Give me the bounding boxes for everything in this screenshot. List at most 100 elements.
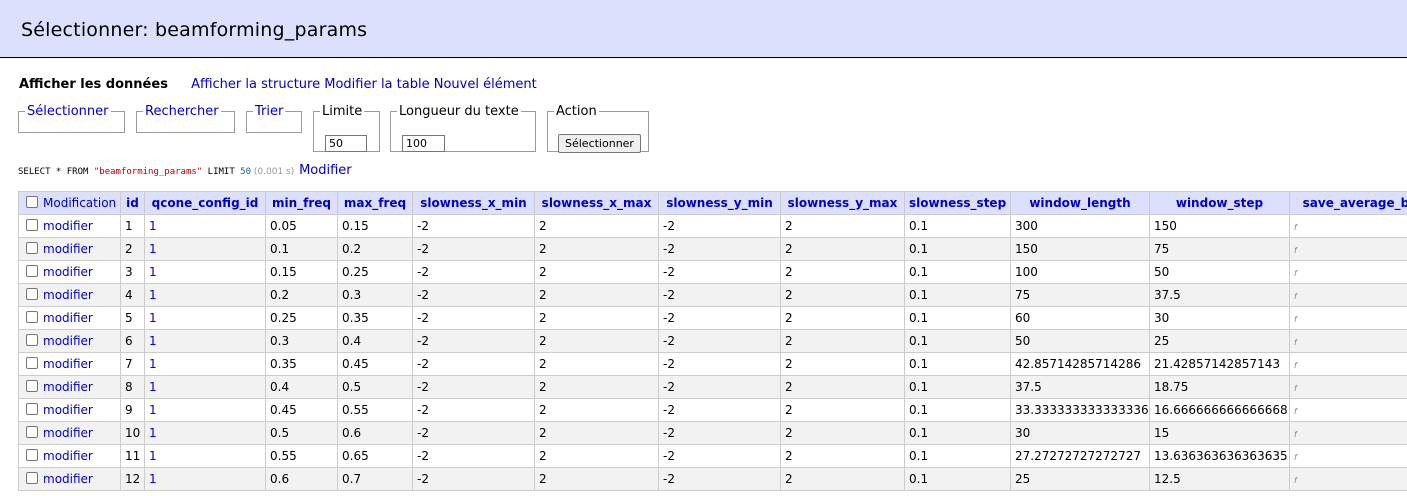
limit-fieldset: Limite [313,104,380,152]
column-header-save-average-be[interactable]: save_average_be [1289,191,1407,215]
row-checkbox[interactable] [26,242,38,254]
row-checkbox[interactable] [26,334,38,346]
column-header-max-freq[interactable]: max_freq [337,191,413,215]
cell-slowness-y-max: 2 [780,398,905,422]
row-edit-link[interactable]: modifier [43,403,93,417]
row-checkbox[interactable] [26,357,38,369]
row-edit-link[interactable]: modifier [43,219,93,233]
cell-window-step: 12.5 [1149,467,1290,491]
foreign-key-link[interactable]: 1 [149,449,157,463]
row-edit-cell: modifier [18,260,121,284]
column-header-slowness-step[interactable]: slowness_step [904,191,1011,215]
select-columns-link[interactable]: Sélectionner [27,104,109,119]
column-header-slowness-y-min[interactable]: slowness_y_min [658,191,781,215]
cell-min-freq: 0.3 [265,329,338,353]
cell-slowness-step: 0.1 [904,421,1011,445]
select-fieldset[interactable]: Sélectionner [18,104,125,133]
table-row: modifier 9 1 0.45 0.55 -2 2 -2 2 0.1 33.3333333333… [18,398,1407,422]
row-edit-link[interactable]: modifier [43,380,93,394]
cell-slowness-y-min: -2 [658,421,781,445]
cell-min-freq: 0.25 [265,306,338,330]
row-checkbox[interactable] [26,403,38,415]
row-edit-link[interactable]: modifier [43,242,93,256]
foreign-key-link[interactable]: 1 [149,380,157,394]
cell-max-freq: 0.5 [337,375,413,399]
cell-id: 10 [120,421,145,445]
cell-save-average-be: f [1289,375,1407,399]
cell-slowness-x-min: -2 [412,375,535,399]
cell-id: 1 [120,214,145,238]
boolean-value: f [1294,315,1297,324]
row-checkbox[interactable] [26,472,38,484]
column-header-qcone-config-id[interactable]: qcone_config_id [144,191,266,215]
column-header-id[interactable]: id [120,191,145,215]
row-checkbox[interactable] [26,311,38,323]
row-edit-cell: modifier [18,375,121,399]
row-checkbox[interactable] [26,426,38,438]
foreign-key-link[interactable]: 1 [149,357,157,371]
foreign-key-link[interactable]: 1 [149,334,157,348]
select-submit-button[interactable]: Sélectionner [558,134,641,153]
foreign-key-link[interactable]: 1 [149,242,157,256]
column-header-modification[interactable]: Modification [18,191,121,215]
column-header-slowness-x-max[interactable]: slowness_x_max [534,191,659,215]
menu-show-structure[interactable]: Afficher la structure [191,77,320,92]
foreign-key-link[interactable]: 1 [149,265,157,279]
foreign-key-link[interactable]: 1 [149,288,157,302]
search-link[interactable]: Rechercher [145,104,219,119]
foreign-key-link[interactable]: 1 [149,311,157,325]
row-edit-link[interactable]: modifier [43,357,93,371]
limit-input[interactable] [325,135,367,152]
cell-max-freq: 0.4 [337,329,413,353]
row-checkbox[interactable] [26,380,38,392]
column-header-min-freq[interactable]: min_freq [265,191,338,215]
cell-window-length: 100 [1010,260,1150,284]
column-header-window-step[interactable]: window_step [1149,191,1290,215]
column-header-slowness-y-max[interactable]: slowness_y_max [780,191,905,215]
cell-id: 12 [120,467,145,491]
edit-query-link[interactable]: Modifier [299,163,352,178]
cell-slowness-step: 0.1 [904,237,1011,261]
column-header-slowness-x-min[interactable]: slowness_x_min [412,191,535,215]
row-checkbox[interactable] [26,449,38,461]
cell-max-freq: 0.15 [337,214,413,238]
table-row: modifier 1 1 0.05 0.15 -2 2 -2 2 0.1 300 150 f [18,214,1407,238]
row-edit-link[interactable]: modifier [43,334,93,348]
foreign-key-link[interactable]: 1 [149,219,157,233]
text-length-input[interactable] [402,135,445,152]
sort-fieldset[interactable]: Trier [246,104,302,133]
row-checkbox[interactable] [26,265,38,277]
menu-new-item[interactable]: Nouvel élément [434,77,537,92]
cell-qcone-config-id: 1 [144,237,266,261]
cell-window-step: 150 [1149,214,1290,238]
cell-slowness-x-min: -2 [412,306,535,330]
row-edit-link[interactable]: modifier [43,472,93,486]
cell-slowness-x-max: 2 [534,260,659,284]
row-checkbox[interactable] [26,288,38,300]
foreign-key-link[interactable]: 1 [149,403,157,417]
cell-slowness-x-min: -2 [412,329,535,353]
menu-alter-table[interactable]: Modifier la table [324,77,429,92]
row-edit-link[interactable]: modifier [43,426,93,440]
foreign-key-link[interactable]: 1 [149,472,157,486]
search-fieldset[interactable]: Rechercher [136,104,235,133]
row-checkbox[interactable] [26,219,38,231]
cell-max-freq: 0.25 [337,260,413,284]
cell-save-average-be: f [1289,352,1407,376]
row-edit-link[interactable]: modifier [43,449,93,463]
cell-max-freq: 0.3 [337,283,413,307]
table-row: modifier 3 1 0.15 0.25 -2 2 -2 2 0.1 100 50 f [18,260,1407,284]
column-header-window-length[interactable]: window_length [1010,191,1150,215]
row-edit-link[interactable]: modifier [43,288,93,302]
cell-slowness-x-max: 2 [534,306,659,330]
action-fieldset: Action Sélectionner [547,104,649,153]
foreign-key-link[interactable]: 1 [149,426,157,440]
data-table-container: Modification id qcone_config_id min_freq ma… [18,191,1407,496]
sort-link[interactable]: Trier [255,104,283,119]
row-edit-link[interactable]: modifier [43,265,93,279]
row-edit-link[interactable]: modifier [43,311,93,325]
select-all-checkbox[interactable] [26,196,38,208]
table-row: modifier 2 1 0.1 0.2 -2 2 -2 2 0.1 150 75 f [18,237,1407,261]
cell-max-freq: 0.2 [337,237,413,261]
cell-qcone-config-id: 1 [144,444,266,468]
